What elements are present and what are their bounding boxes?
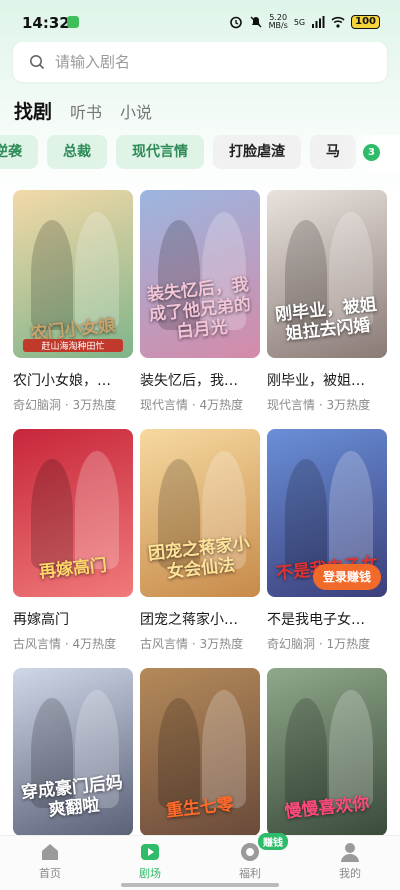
poster-figure <box>31 220 73 330</box>
drama-title[interactable]: 刚毕业，被姐… <box>267 370 387 390</box>
drama-heat: 3万热度 <box>326 398 371 412</box>
drama-meta: 古风言情 · 3万热度 <box>140 635 260 652</box>
poster-subtitle-art: 赶山海淘种田忙 <box>23 339 123 352</box>
meta-separator: · <box>61 637 73 651</box>
drama-genre: 现代言情 <box>140 398 189 412</box>
drama-genre: 古风言情 <box>140 637 189 651</box>
tab-novel[interactable]: 小说 <box>120 99 152 123</box>
status-icons: 5.20 MB/s 5G 100 <box>229 14 380 30</box>
tag-chip[interactable]: 逆袭 <box>0 135 38 169</box>
poster-figure <box>202 690 246 808</box>
drama-heat: 4万热度 <box>199 398 244 412</box>
drama-meta: 现代言情 · 3万热度 <box>267 396 387 413</box>
drama-title[interactable]: 团宠之蒋家小… <box>140 609 260 629</box>
mute-bell-icon <box>250 16 262 28</box>
search-input[interactable] <box>53 52 357 72</box>
drama-genre: 古风言情 <box>13 637 62 651</box>
tab-find-drama[interactable]: 找剧 <box>14 97 52 124</box>
drama-poster[interactable]: 慢慢喜欢你 <box>267 668 387 836</box>
drama-grid: 农门小女娘 赶山海淘种田忙 农门小女娘，… 奇幻脑洞 · 3万热度 装失忆后，我成了他兄… <box>13 190 387 836</box>
tab-audiobook[interactable]: 听书 <box>70 99 102 123</box>
drama-genre: 奇幻脑洞 <box>267 637 316 651</box>
drama-title[interactable]: 不是我电子女… <box>267 609 387 629</box>
app-notification-icon <box>67 16 79 28</box>
drama-genre: 奇幻脑洞 <box>13 398 62 412</box>
meta-separator: · <box>61 398 73 412</box>
genre-tag-bar: 逆袭 总裁 现代言情 打脸虐渣 马 <box>0 135 400 171</box>
drama-card[interactable]: 刚毕业，被姐姐拉去闪婚刚毕业，被姐… 现代言情 · 3万热度 <box>267 190 387 413</box>
poster-figure <box>158 698 200 808</box>
drama-poster[interactable]: 穿成豪门后妈爽翻啦 <box>13 668 133 836</box>
drama-meta: 古风言情 · 4万热度 <box>13 635 133 652</box>
drama-heat: 4万热度 <box>72 637 117 651</box>
drama-card[interactable]: 再嫁高门 再嫁高门 古风言情 · 4万热度 <box>13 429 133 652</box>
bottom-nav: 首页 剧场 福利 我的 <box>0 835 400 890</box>
drama-card[interactable]: 慢慢喜欢你 · <box>267 668 387 836</box>
drama-card[interactable]: 穿成豪门后妈爽翻啦 · <box>13 668 133 836</box>
nav-mine[interactable]: 我的 <box>300 836 400 890</box>
drama-poster[interactable]: 再嫁高门 <box>13 429 133 597</box>
profile-icon <box>341 843 359 862</box>
nav-theater[interactable]: 剧场 <box>100 836 200 890</box>
drama-heat: 3万热度 <box>199 637 244 651</box>
home-indicator[interactable] <box>121 883 279 887</box>
play-icon <box>141 844 159 860</box>
drama-poster[interactable]: 农门小女娘 赶山海淘种田忙 <box>13 190 133 358</box>
meta-separator: · <box>315 637 327 651</box>
status-bar: 14:32 5.20 MB/s 5G 100 <box>0 0 400 40</box>
clock: 14:32 <box>22 14 70 32</box>
alarm-icon <box>229 16 242 29</box>
nav-home[interactable]: 首页 <box>0 836 100 890</box>
welfare-badge: 赚钱 <box>258 833 288 850</box>
login-earn-button[interactable]: 登录赚钱 <box>313 564 381 590</box>
meta-separator: · <box>315 398 327 412</box>
drama-poster[interactable]: 刚毕业，被姐姐拉去闪婚 <box>267 190 387 358</box>
drama-title[interactable]: 农门小女娘，… <box>13 370 133 390</box>
drama-meta: 奇幻脑洞 · 3万热度 <box>13 396 133 413</box>
drama-poster[interactable]: 团宠之蒋家小女会仙法 <box>140 429 260 597</box>
drama-card[interactable]: 装失忆后，我成了他兄弟的白月光装失忆后，我… 现代言情 · 4万热度 <box>140 190 260 413</box>
nav-label: 我的 <box>339 867 361 880</box>
home-icon <box>42 844 58 860</box>
tag-chip[interactable]: 总裁 <box>47 135 107 169</box>
drama-title[interactable]: 再嫁高门 <box>13 609 133 629</box>
search-icon <box>30 55 45 70</box>
nav-label: 首页 <box>39 867 61 880</box>
meta-separator: · <box>188 398 200 412</box>
drama-card[interactable]: 不是我电子女不是我电子女…奇幻脑洞 · 1万热度 <box>267 429 387 652</box>
battery-indicator: 100 <box>351 15 380 29</box>
drama-heat: 1万热度 <box>326 637 371 651</box>
nav-label: 福利 <box>239 867 261 880</box>
network-type: 5G <box>293 17 306 27</box>
meta-separator: · <box>188 637 200 651</box>
drama-card[interactable]: 重生七零 · <box>140 668 260 836</box>
nav-label: 剧场 <box>139 867 161 880</box>
net-speed: 5.20 MB/s <box>268 13 288 30</box>
drama-card[interactable]: 农门小女娘 赶山海淘种田忙农门小女娘，… 奇幻脑洞 · 3万热度 <box>13 190 133 413</box>
drama-heat: 3万热度 <box>72 398 117 412</box>
drama-title[interactable]: 装失忆后，我… <box>140 370 260 390</box>
search-bar[interactable] <box>13 42 387 82</box>
drama-poster[interactable]: 重生七零 <box>140 668 260 836</box>
main-tabs: 找剧 听书 小说 <box>14 97 152 124</box>
tag-chip[interactable]: 现代言情 <box>116 135 204 169</box>
poster-figure <box>31 459 73 569</box>
drama-meta: 现代言情 · 4万热度 <box>140 396 260 413</box>
drama-poster[interactable]: 装失忆后，我成了他兄弟的白月光 <box>140 190 260 358</box>
drama-genre: 现代言情 <box>267 398 316 412</box>
poster-figure <box>285 459 327 569</box>
poster-figure <box>285 698 327 808</box>
drama-meta: 奇幻脑洞 · 1万热度 <box>267 635 387 652</box>
poster-title-art: 装失忆后，我成了他兄弟的白月光 <box>146 274 252 343</box>
poster-figure <box>75 212 119 330</box>
tag-chip[interactable]: 打脸虐渣 <box>213 135 301 169</box>
poster-figure <box>329 690 373 808</box>
drama-card[interactable]: 团宠之蒋家小女会仙法团宠之蒋家小… 古风言情 · 3万热度 <box>140 429 260 652</box>
poster-figure <box>329 451 373 569</box>
signal-icon <box>312 16 325 28</box>
poster-figure <box>75 451 119 569</box>
wifi-icon <box>331 16 345 28</box>
tag-count-badge[interactable]: 3 <box>363 144 380 161</box>
